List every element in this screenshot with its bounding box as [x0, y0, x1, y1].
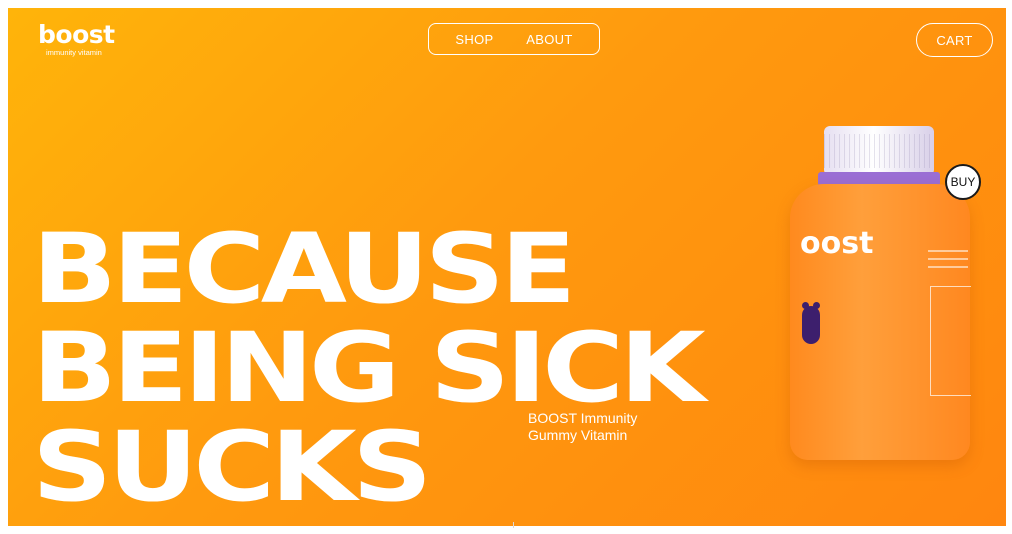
cart-button[interactable]: CART	[916, 23, 993, 57]
hero-subtitle: BOOST Immunity Gummy Vitamin	[528, 410, 637, 444]
subtitle-line-1: BOOST Immunity	[528, 410, 638, 426]
nav-about-link[interactable]: ABOUT	[526, 32, 572, 47]
bottle-brand-text: oost	[800, 226, 874, 261]
hero-section: boost immunity vitamin SHOP ABOUT CART B…	[8, 8, 1006, 526]
gummy-bear-icon	[802, 302, 820, 344]
nav-shop-link[interactable]: SHOP	[455, 32, 493, 47]
bottle-cap	[824, 126, 934, 174]
hero-headline: BECAUSE BEING SICK SUCKS	[32, 213, 706, 517]
bottle-info-panel	[930, 286, 971, 396]
headline-line-1: BECAUSE	[32, 213, 576, 326]
main-nav: SHOP ABOUT	[428, 23, 600, 55]
headline-line-2: BEING SICK	[32, 312, 706, 425]
brand-logo[interactable]: boost immunity vitamin	[38, 20, 115, 58]
subtitle-line-2: Gummy Vitamin	[528, 427, 628, 443]
logo-wordmark: boost	[38, 20, 115, 49]
logo-tagline: immunity vitamin	[46, 48, 102, 57]
buy-button[interactable]: BUY	[945, 164, 981, 200]
scroll-indicator	[513, 522, 514, 528]
bottle-label-text	[928, 244, 968, 274]
